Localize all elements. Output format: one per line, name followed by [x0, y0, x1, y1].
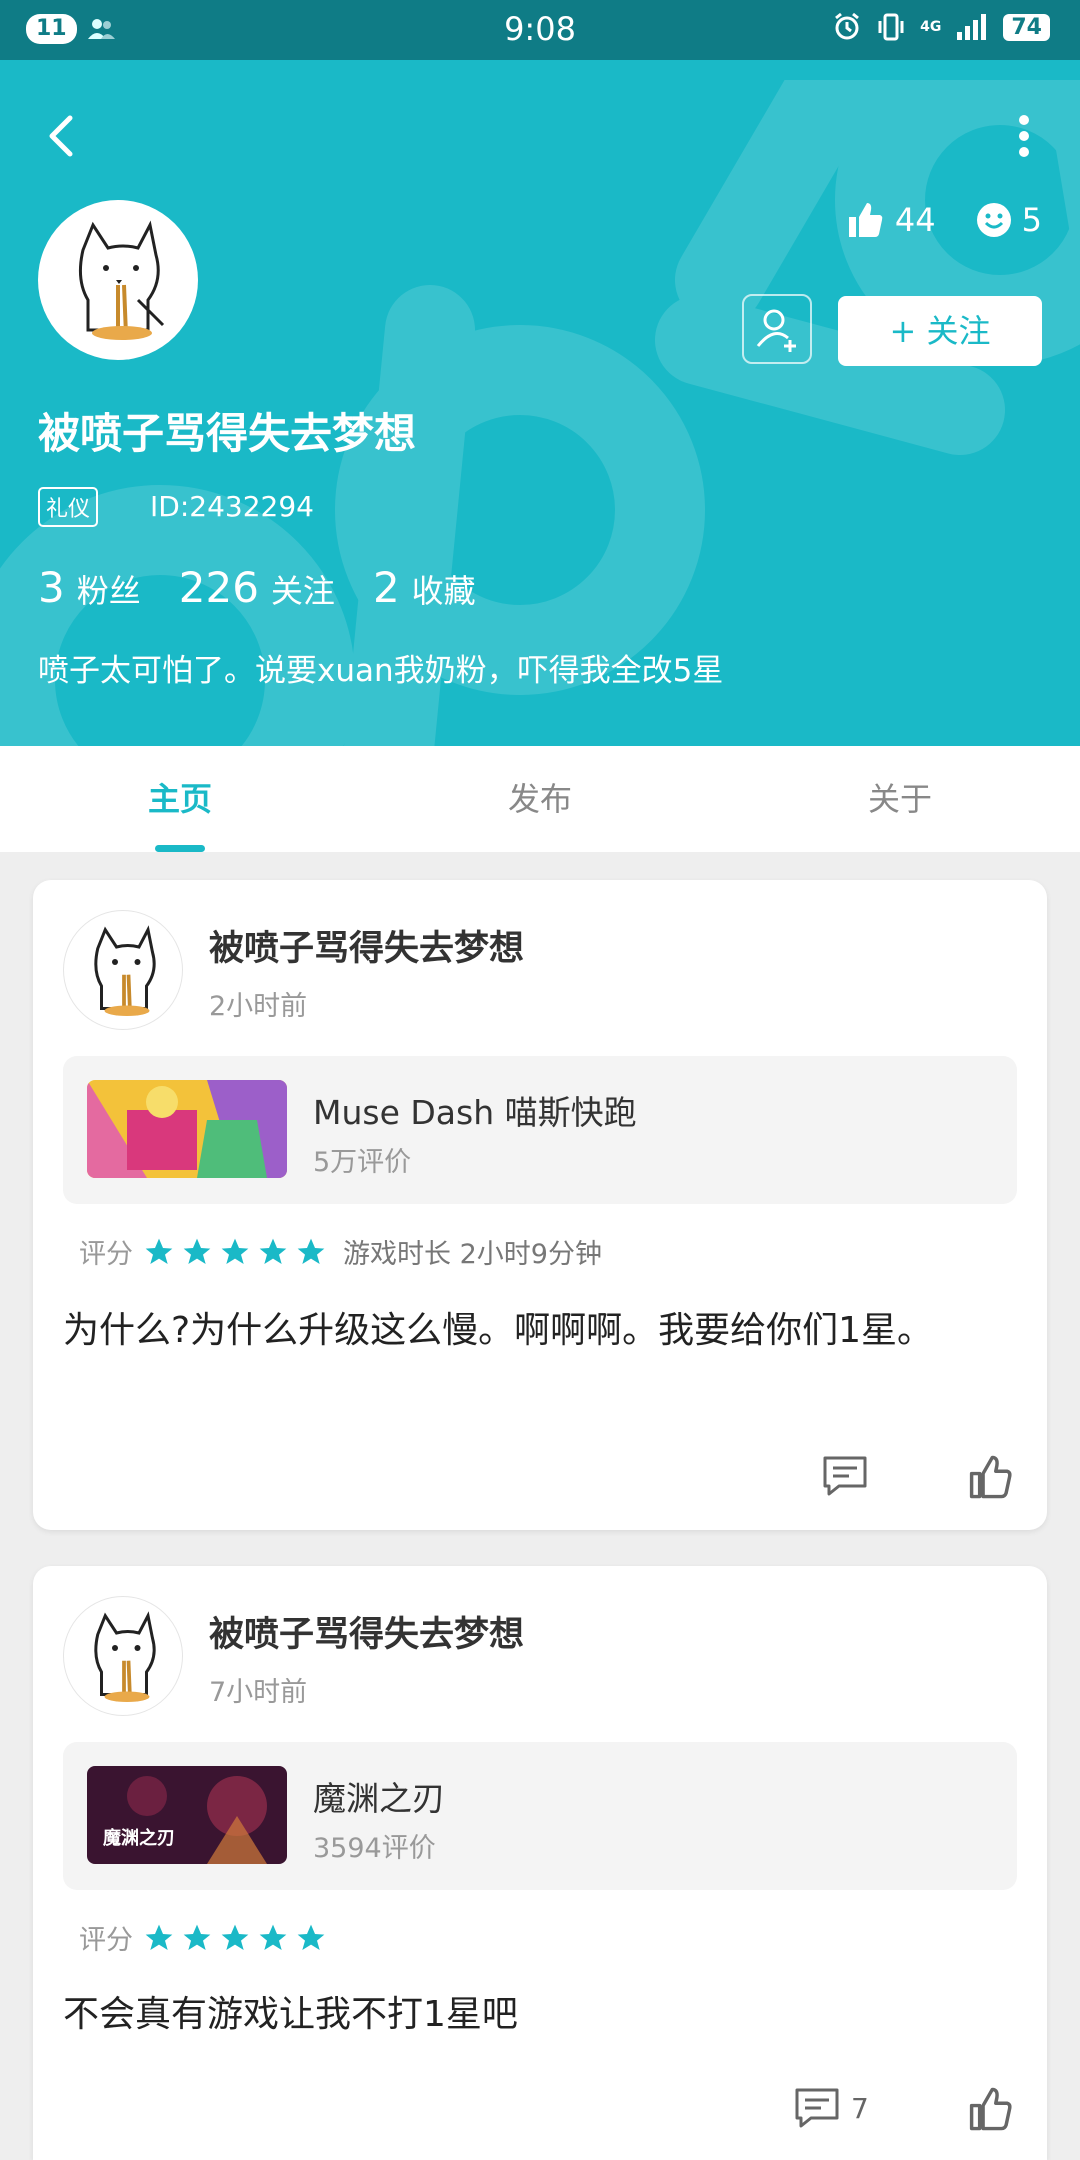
- review-text: 为什么?为什么升级这么慢。啊啊啊。我要给你们1星。: [63, 1310, 934, 1351]
- author-name[interactable]: 被喷子骂得失去梦想: [209, 920, 524, 971]
- rating-row: 评分 游戏时长 2小时9分钟: [79, 1232, 602, 1271]
- profile-tabs: 主页 发布 关于: [0, 746, 1080, 852]
- follow-button[interactable]: + 关注: [838, 296, 1042, 366]
- game-thumbnail: 魔渊之刃: [87, 1766, 287, 1864]
- user-tag-badge[interactable]: 礼仪: [38, 487, 99, 527]
- favorites-count[interactable]: 2 收藏: [373, 563, 476, 612]
- review-card[interactable]: 被喷子骂得失去梦想 2小时前 Muse Dash 喵斯快跑 5万评价 评分 游戏…: [33, 880, 1047, 1530]
- rating-label: 评分: [79, 1239, 133, 1270]
- author-avatar[interactable]: [63, 910, 183, 1030]
- profile-header: 44 5 + 关注 被喷子骂得失去梦想 礼仪 ID:2432294 3 粉丝 2…: [0, 60, 1080, 746]
- signal-icon: [957, 14, 987, 40]
- profile-reactions: 44 5: [845, 200, 1042, 240]
- smile-icon: [976, 203, 1011, 237]
- star-icon: [221, 1924, 249, 1950]
- cat-avatar-icon: [94, 925, 156, 1016]
- like-icon[interactable]: [967, 1454, 1013, 1500]
- back-button[interactable]: [36, 108, 92, 164]
- add-friend-button[interactable]: [742, 294, 812, 364]
- star-icon: [145, 1238, 173, 1264]
- star-rating: [143, 1236, 327, 1268]
- game-review-count: 5万评价: [313, 1147, 412, 1178]
- status-right: 4G 74: [832, 12, 1050, 42]
- network-type: 4G: [920, 19, 942, 35]
- tab-posts[interactable]: 发布: [360, 746, 720, 852]
- star-icon: [259, 1238, 287, 1264]
- star-rating: [143, 1922, 327, 1954]
- vibrate-icon: [878, 13, 904, 41]
- game-review-count: 3594评价: [313, 1833, 436, 1864]
- game-thumbnail: [87, 1080, 287, 1178]
- star-icon: [183, 1238, 211, 1264]
- profile-bio: 喷子太可怕了。说要xuan我奶粉，吓得我全改5星: [38, 653, 724, 689]
- cat-avatar-icon: [78, 220, 165, 340]
- review-card[interactable]: 被喷子骂得失去梦想 7小时前 魔渊之刃 魔渊之刃 3594评价 评分 不会真有游…: [33, 1566, 1047, 2160]
- user-id: ID:2432294: [150, 490, 314, 523]
- followers-count[interactable]: 3 粉丝: [38, 563, 141, 612]
- playtime: 游戏时长 2小时9分钟: [343, 1239, 602, 1270]
- like-icon[interactable]: [967, 2086, 1013, 2132]
- following-count[interactable]: 226 关注: [179, 563, 335, 612]
- star-icon: [183, 1924, 211, 1950]
- more-options-button[interactable]: [1004, 106, 1044, 166]
- star-icon: [297, 1924, 325, 1950]
- author-avatar[interactable]: [63, 1596, 183, 1716]
- star-icon: [259, 1924, 287, 1950]
- battery-level: 74: [1003, 13, 1050, 41]
- status-bar: 11 9:08 4G 74: [0, 0, 1080, 60]
- review-text: 不会真有游戏让我不打1星吧: [63, 1994, 518, 2035]
- comment-icon[interactable]: [821, 1454, 869, 1498]
- star-icon: [297, 1238, 325, 1264]
- comment-icon[interactable]: [793, 2086, 841, 2130]
- author-name[interactable]: 被喷子骂得失去梦想: [209, 1606, 524, 1657]
- thumbs-up-icon: [848, 203, 883, 237]
- likes-stat: 44: [845, 200, 936, 240]
- likes-count: 44: [894, 201, 936, 239]
- comment-count: 7: [851, 2092, 869, 2125]
- post-time: 2小时前: [209, 991, 308, 1022]
- game-link[interactable]: 魔渊之刃 魔渊之刃 3594评价: [63, 1742, 1017, 1890]
- game-name: 魔渊之刃: [313, 1779, 445, 1818]
- muse-dash-cover-image: [87, 1080, 287, 1178]
- profile-username: 被喷子骂得失去梦想: [38, 409, 417, 458]
- game-thumb-title: 魔渊之刃: [103, 1828, 175, 1849]
- tab-home[interactable]: 主页: [0, 746, 360, 852]
- smiles-count: 5: [1021, 201, 1042, 239]
- cat-avatar-icon: [94, 1611, 156, 1702]
- game-name: Muse Dash 喵斯快跑: [313, 1093, 637, 1132]
- game-link[interactable]: Muse Dash 喵斯快跑 5万评价: [63, 1056, 1017, 1204]
- alarm-icon: [835, 12, 860, 40]
- tab-about[interactable]: 关于: [720, 746, 1080, 852]
- star-icon: [145, 1924, 173, 1950]
- smiles-stat: 5: [976, 201, 1042, 239]
- star-icon: [221, 1238, 249, 1264]
- profile-avatar[interactable]: [38, 200, 198, 360]
- profile-counts: 3 粉丝 226 关注 2 收藏: [38, 563, 476, 612]
- add-person-icon: [756, 309, 796, 352]
- rating-row: 评分: [79, 1918, 327, 1957]
- rating-label: 评分: [79, 1925, 133, 1956]
- post-time: 7小时前: [209, 1677, 308, 1708]
